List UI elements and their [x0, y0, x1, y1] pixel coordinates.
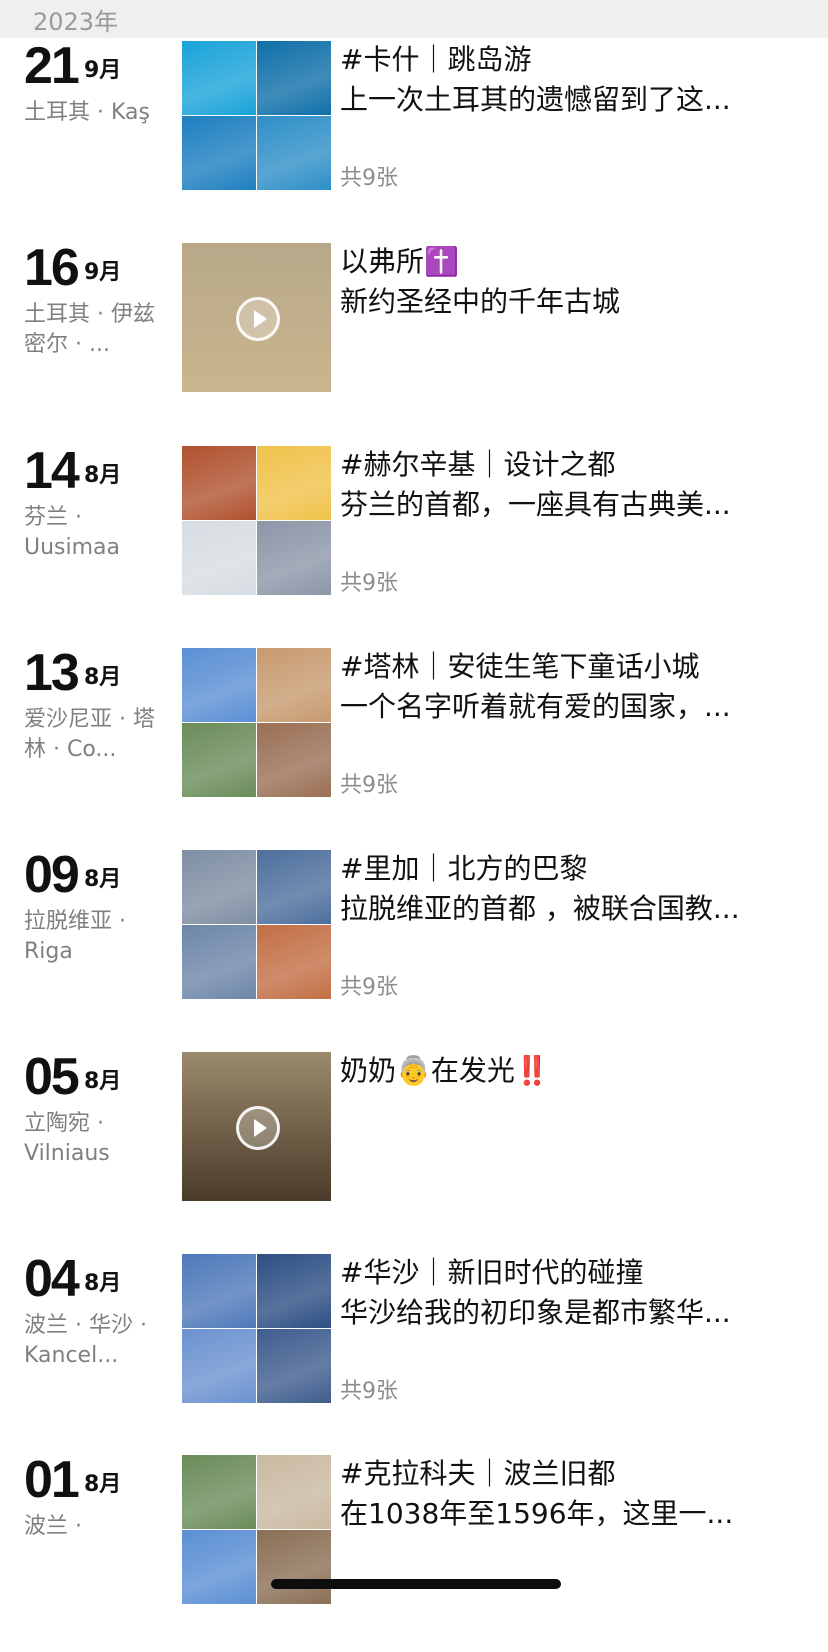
- entry-month: 8月: [84, 1472, 122, 1497]
- entry-description: 一个名字听着就有爱的国家，...: [340, 690, 731, 723]
- photo-tile[interactable]: [182, 925, 256, 999]
- photo-grid-thumbnail[interactable]: [182, 1254, 331, 1403]
- photo-tile[interactable]: [182, 1530, 256, 1604]
- entry-title: #赫尔辛基｜设计之都: [340, 448, 616, 481]
- photo-grid-thumbnail[interactable]: [182, 446, 331, 595]
- photo-tile[interactable]: [182, 41, 256, 115]
- entry-description: 华沙给我的初印象是都市繁华...: [340, 1296, 731, 1329]
- photo-tile[interactable]: [257, 521, 331, 595]
- entry-day: 09: [24, 846, 80, 904]
- home-indicator[interactable]: [271, 1579, 561, 1589]
- photo-tile[interactable]: [182, 850, 256, 924]
- photo-tile[interactable]: [182, 446, 256, 520]
- photo-tile[interactable]: [257, 925, 331, 999]
- photo-tile[interactable]: [257, 1329, 331, 1403]
- timeline-entry[interactable]: 01 8月 波兰 · #克拉科夫｜波兰旧都在1038年至1596年，这里一...: [0, 1452, 828, 1652]
- entry-month: 8月: [84, 665, 122, 690]
- entry-day: 13: [24, 644, 80, 702]
- entry-location: 拉脱维亚 · Riga: [24, 909, 126, 964]
- entry-day: 04: [24, 1250, 80, 1308]
- play-icon[interactable]: [236, 1106, 280, 1150]
- entry-day: 14: [24, 442, 80, 500]
- video-thumbnail[interactable]: [182, 1052, 331, 1201]
- entry-location: 芬兰 · Uusimaa: [24, 505, 121, 560]
- entry-day: 16: [24, 239, 80, 297]
- entry-location: 土耳其 · 伊兹密尔 · ...: [24, 302, 155, 357]
- photo-grid-thumbnail[interactable]: [182, 41, 331, 190]
- photo-count: 共9张: [340, 1379, 398, 1404]
- photo-tile[interactable]: [182, 1329, 256, 1403]
- play-icon[interactable]: [236, 297, 280, 341]
- photo-tile[interactable]: [257, 648, 331, 722]
- entry-description: 新约圣经中的千年古城: [340, 285, 621, 318]
- timeline-entry[interactable]: 21 9月土耳其 · Kaş #卡什｜跳岛游上一次土耳其的遗憾留到了这... 共9张: [0, 38, 828, 238]
- photo-tile[interactable]: [257, 1254, 331, 1328]
- timeline-entry[interactable]: 14 8月芬兰 · Uusimaa #赫尔辛基｜设计之都芬兰的首都，一座具有古典美.…: [0, 443, 828, 643]
- photo-tile[interactable]: [182, 1254, 256, 1328]
- photo-tile[interactable]: [257, 723, 331, 797]
- photo-tile[interactable]: [182, 723, 256, 797]
- entry-day: 21: [24, 37, 80, 95]
- photo-tile[interactable]: [257, 446, 331, 520]
- entry-location: 爱沙尼亚 · 塔林 · Co...: [24, 707, 155, 762]
- entry-title: 奶奶👵在发光‼️: [340, 1054, 550, 1087]
- photo-count: 共9张: [340, 773, 398, 798]
- photo-count: 共9张: [340, 571, 398, 596]
- year-header: 2023年: [0, 0, 828, 38]
- photo-tile[interactable]: [257, 1455, 331, 1529]
- entry-month: 8月: [84, 867, 122, 892]
- entry-title: #华沙｜新旧时代的碰撞: [340, 1256, 644, 1289]
- entry-title: 以弗所✝️: [340, 245, 459, 278]
- entry-month: 8月: [84, 463, 122, 488]
- entry-location: 波兰 ·: [24, 1514, 82, 1539]
- entry-month: 9月: [84, 58, 122, 83]
- photo-tile[interactable]: [182, 1455, 256, 1529]
- entry-location: 波兰 · 华沙 · Kancel...: [24, 1313, 147, 1368]
- photo-grid-thumbnail[interactable]: [182, 850, 331, 999]
- entry-title: #里加｜北方的巴黎: [340, 852, 588, 885]
- entry-description: 芬兰的首都，一座具有古典美...: [340, 488, 731, 521]
- entry-description: 上一次土耳其的遗憾留到了这...: [340, 83, 731, 116]
- photo-tile[interactable]: [257, 116, 331, 190]
- entry-description: 拉脱维亚的首都 ，被联合国教...: [340, 892, 740, 925]
- entry-month: 9月: [84, 260, 122, 285]
- photo-count: 共9张: [340, 166, 398, 191]
- timeline-entry[interactable]: 13 8月爱沙尼亚 · 塔林 · Co... #塔林｜安徒生笔下童话小城 一个名字听着…: [0, 645, 828, 845]
- timeline-entry[interactable]: 16 9月土耳其 · 伊兹密尔 · ... 以弗所✝️ 新约圣经中的千年古城: [0, 240, 828, 440]
- entry-description: 在1038年至1596年，这里一...: [340, 1497, 734, 1530]
- entry-day: 05: [24, 1048, 80, 1106]
- photo-grid-thumbnail[interactable]: [182, 648, 331, 797]
- photo-tile[interactable]: [182, 116, 256, 190]
- photo-tile[interactable]: [182, 521, 256, 595]
- photo-tile[interactable]: [182, 648, 256, 722]
- entry-location: 土耳其 · Kaş: [24, 100, 150, 125]
- entry-location: 立陶宛 · Vilniaus: [24, 1111, 110, 1166]
- entry-title: #塔林｜安徒生笔下童话小城: [340, 650, 700, 683]
- timeline-entry[interactable]: 04 8月波兰 · 华沙 · Kancel... #华沙｜新旧时代的碰撞华沙给我的初…: [0, 1251, 828, 1451]
- year-label: 2023年: [33, 8, 119, 36]
- entry-day: 01: [24, 1451, 80, 1509]
- photo-tile[interactable]: [257, 850, 331, 924]
- photo-tile[interactable]: [257, 1530, 331, 1604]
- photo-tile[interactable]: [257, 41, 331, 115]
- entry-month: 8月: [84, 1069, 122, 1094]
- timeline-entry[interactable]: 05 8月立陶宛 · Vilniaus 奶奶👵在发光‼️: [0, 1049, 828, 1249]
- entry-title: #克拉科夫｜波兰旧都: [340, 1457, 616, 1490]
- entry-month: 8月: [84, 1271, 122, 1296]
- video-thumbnail[interactable]: [182, 243, 331, 392]
- timeline-entry[interactable]: 09 8月拉脱维亚 · Riga #里加｜北方的巴黎拉脱维亚的首都 ，被联合国教..…: [0, 847, 828, 1047]
- photo-count: 共9张: [340, 975, 398, 1000]
- entry-title: #卡什｜跳岛游: [340, 43, 532, 76]
